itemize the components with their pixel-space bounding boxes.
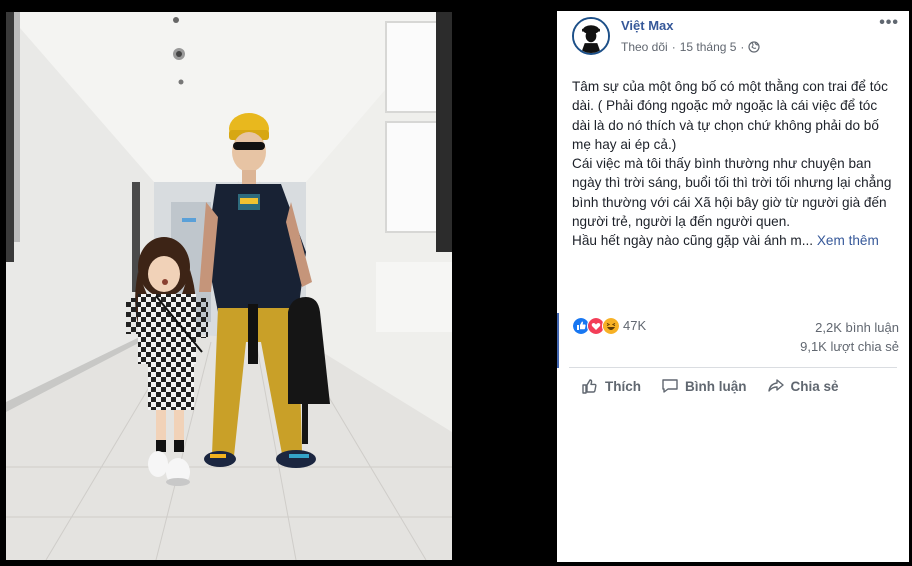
post-paragraph-truncated: Hầu hết ngày nào cũng gặp vài ánh m... X… [572,231,892,250]
truncated-text: Hầu hết ngày nào cũng gặp vài ánh m... [572,233,814,249]
haha-icon [602,317,620,335]
share-icon [767,379,784,392]
comment-icon [662,379,678,393]
reactions-bar: 47K 2,2K bình luận [557,313,909,368]
action-bar: Thích Bình luận Chia sẻ [581,377,839,395]
share-button[interactable]: Chia sẻ [767,377,839,395]
like-label: Thích [605,378,641,394]
post-date[interactable]: 15 tháng 5 [680,40,737,54]
photo-illustration [6,12,452,560]
follow-link[interactable]: Theo dõi [621,40,668,54]
comment-count[interactable]: 2,2K bình luận [815,320,899,335]
active-edge [557,313,559,368]
see-more-link[interactable]: Xem thêm [817,233,879,248]
post-panel: Việt Max Theo dõi · 15 tháng 5 · ••• Tâm… [557,11,909,562]
avatar-image [574,19,608,53]
post-photo[interactable] [6,12,452,560]
share-label: Chia sẻ [790,378,839,394]
divider [569,367,897,368]
share-count[interactable]: 9,1K lượt chia sẻ [800,339,899,354]
like-button[interactable]: Thích [581,377,641,395]
post-meta: Theo dõi · 15 tháng 5 · [621,40,761,54]
meta-separator: · [740,40,745,54]
comment-label: Bình luận [685,378,747,394]
avatar[interactable] [572,17,610,55]
author-name[interactable]: Việt Max [621,18,674,33]
globe-icon [748,41,761,53]
post-text: Tâm sự của một ông bố có một thằng con t… [572,77,892,251]
reaction-count[interactable]: 47K [623,318,646,333]
post-paragraph: Tâm sự của một ông bố có một thằng con t… [572,79,888,152]
meta-separator: · [671,40,676,54]
comment-button[interactable]: Bình luận [661,377,747,395]
reaction-icons[interactable] [572,317,620,335]
post-paragraph: Cái việc mà tôi thấy bình thường như chu… [572,156,892,230]
thumbs-up-icon [582,379,597,394]
more-options-button[interactable]: ••• [879,14,899,32]
